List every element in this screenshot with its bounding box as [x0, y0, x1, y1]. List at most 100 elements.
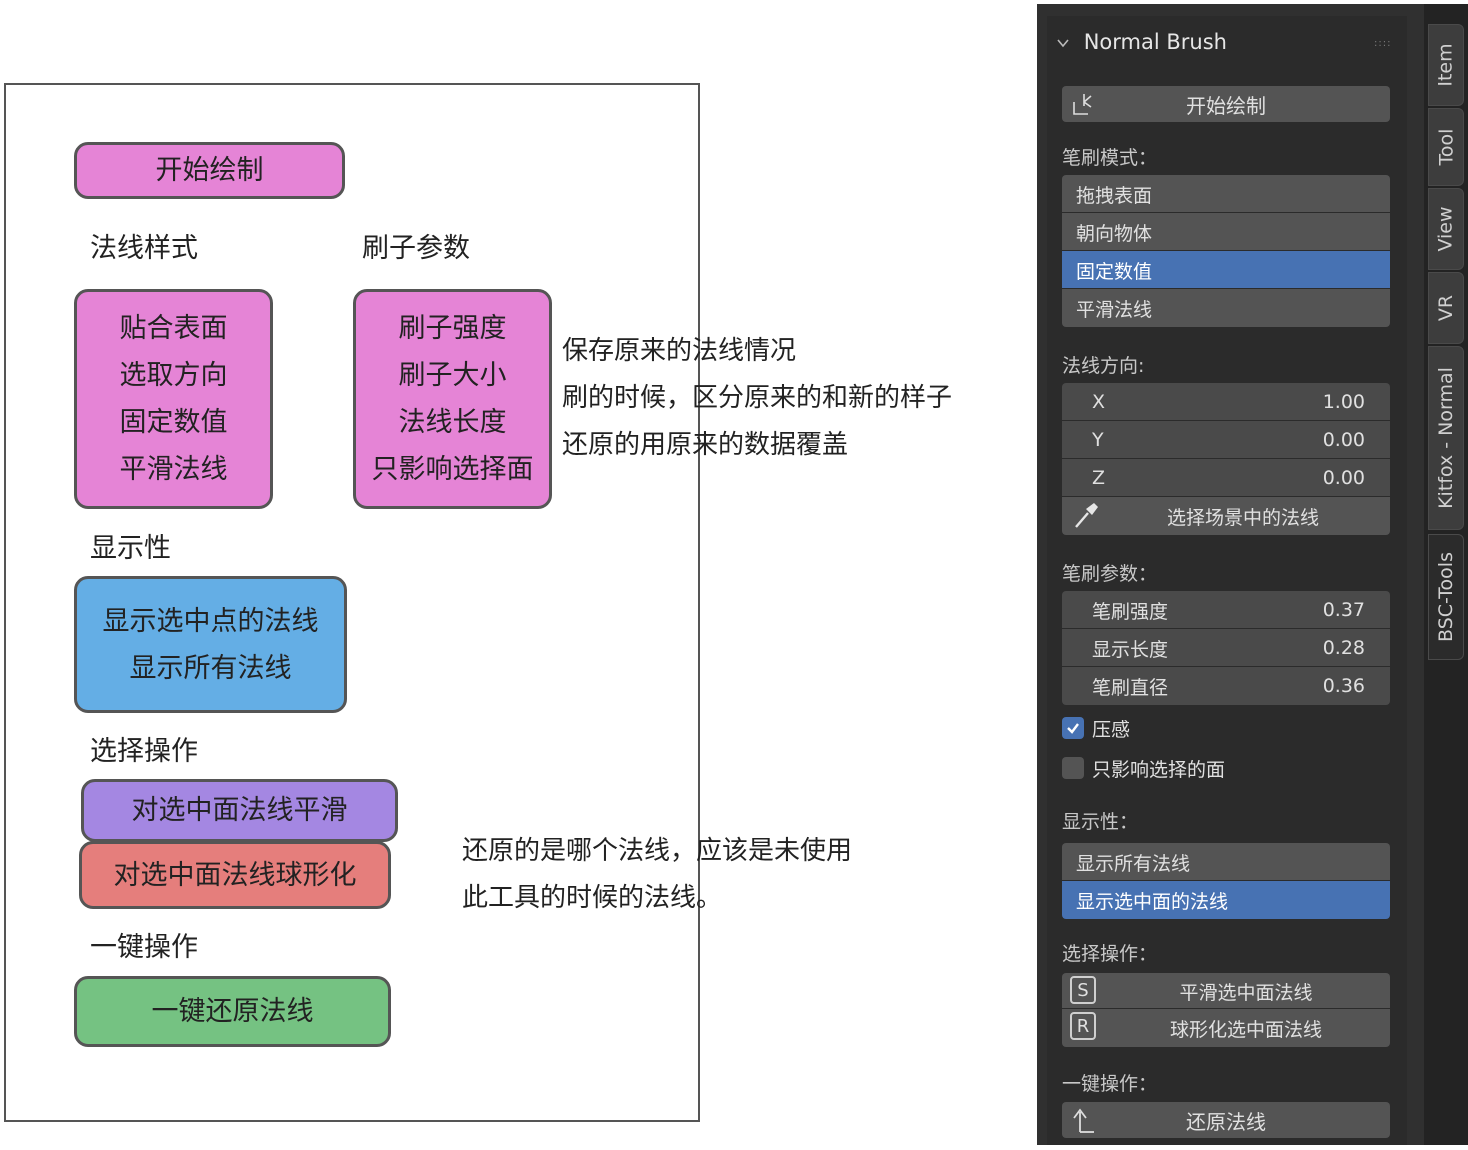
restore-normals-label: 还原法线	[1186, 1109, 1266, 1134]
key-s-icon: S	[1070, 976, 1096, 1004]
normal-direction-fields: X 1.00 Y 0.00 Z 0.00 选择场景中的法线	[1062, 383, 1390, 535]
drag-handle-icon[interactable]: ::::	[1374, 38, 1391, 49]
sketch-display-label: 显示性	[90, 533, 171, 564]
sketch-smooth-button[interactable]: 对选中面法线平滑	[81, 779, 398, 842]
smooth-selected-label: 平滑选中面法线	[1179, 981, 1313, 1004]
panel-header[interactable]: Normal Brush	[1057, 30, 1227, 54]
sketch-brush-params-label: 刷子参数	[362, 233, 470, 264]
axis-z-field[interactable]: Z 0.00	[1062, 459, 1390, 497]
brush-strength-field[interactable]: 笔刷强度 0.37	[1062, 591, 1390, 629]
tab-vr[interactable]: VR	[1428, 272, 1464, 344]
one-click-label: 一键操作：	[1062, 1073, 1158, 1095]
sketch-note-save-normals: 保存原来的法线情况 刷的时候，区分原来的和新的样子 还原的用原来的数据覆盖	[562, 328, 952, 469]
axis-value: 1.00	[1322, 391, 1365, 413]
sketch-restore-button[interactable]: 一键还原法线	[74, 976, 391, 1047]
checkbox-empty-icon[interactable]	[1062, 757, 1084, 779]
sketch-start-button[interactable]: 开始绘制	[74, 142, 345, 199]
sketch-one-click-label: 一键操作	[90, 932, 198, 963]
brush-mode-text: 平滑法线	[1076, 298, 1153, 321]
tab-label: Item	[1435, 43, 1458, 87]
sketch-brush-params-box: 刷子强度 刷子大小 法线长度 只影响选择面	[353, 289, 552, 509]
brush-mode-text: 朝向物体	[1076, 222, 1153, 245]
brush-mode-list: 拖拽表面 朝向物体 固定数值 平滑法线	[1062, 175, 1390, 327]
tab-item[interactable]: Item	[1428, 24, 1464, 106]
brush-mode-option-selected[interactable]: 固定数值	[1062, 251, 1390, 289]
brush-param-item[interactable]: 只影响选择面	[372, 446, 534, 493]
brush-mode-option[interactable]: 朝向物体	[1062, 213, 1390, 251]
pick-normal-label: 选择场景中的法线	[1166, 506, 1319, 529]
panel-title: Normal Brush	[1083, 30, 1227, 54]
sketch-note-restore: 还原的是哪个法线，应该是未使用 此工具的时候的法线。	[462, 828, 852, 922]
param-name: 笔刷强度	[1092, 600, 1169, 623]
display-label: 显示性：	[1062, 811, 1139, 833]
brush-param-item[interactable]: 法线长度	[399, 399, 507, 446]
pressure-label: 压感	[1092, 718, 1131, 741]
select-ops-label: 选择操作：	[1062, 943, 1158, 965]
spherize-selected-button[interactable]: R 球形化选中面法线	[1062, 1009, 1390, 1047]
axis-value: 0.00	[1322, 467, 1365, 489]
smooth-selected-button[interactable]: S 平滑选中面法线	[1062, 973, 1390, 1009]
param-value: 0.37	[1322, 599, 1365, 621]
display-options: 显示所有法线 显示选中面的法线	[1062, 843, 1390, 919]
display-option-text: 显示选中面的法线	[1076, 890, 1229, 913]
restore-normals-button[interactable]: 还原法线	[1062, 1102, 1390, 1138]
affect-selected-label: 只影响选择的面	[1092, 758, 1226, 781]
sketch-spherize-button[interactable]: 对选中面法线球形化	[79, 841, 391, 909]
brush-mode-option[interactable]: 平滑法线	[1062, 289, 1390, 327]
param-name: 笔刷直径	[1092, 676, 1169, 699]
sketch-normal-style-box: 贴合表面 选取方向 固定数值 平滑法线	[74, 289, 273, 509]
display-selected-normals-option[interactable]: 显示选中面的法线	[1062, 881, 1390, 919]
axis-value: 0.00	[1322, 429, 1365, 451]
normal-style-item[interactable]: 贴合表面	[120, 305, 228, 352]
axis-x-field[interactable]: X 1.00	[1062, 383, 1390, 421]
pick-normal-button[interactable]: 选择场景中的法线	[1062, 497, 1390, 535]
param-name: 显示长度	[1092, 638, 1169, 661]
brush-mode-option[interactable]: 拖拽表面	[1062, 175, 1390, 213]
display-item[interactable]: 显示选中点的法线	[103, 598, 319, 645]
normal-style-item[interactable]: 平滑法线	[120, 446, 228, 493]
axis-name: Z	[1092, 467, 1106, 489]
brush-param-item[interactable]: 刷子大小	[399, 352, 507, 399]
display-length-field[interactable]: 显示长度 0.28	[1062, 629, 1390, 667]
sketch-spherize-label: 对选中面法线球形化	[113, 859, 357, 891]
note-line: 刷的时候，区分原来的和新的样子	[562, 383, 953, 413]
pressure-checkbox[interactable]: 压感	[1062, 715, 1130, 741]
tab-tool[interactable]: Tool	[1428, 108, 1464, 186]
brush-diameter-field[interactable]: 笔刷直径 0.36	[1062, 667, 1390, 705]
display-all-normals-option[interactable]: 显示所有法线	[1062, 843, 1390, 881]
note-line: 还原的用原来的数据覆盖	[562, 430, 849, 460]
brush-mode-text: 固定数值	[1076, 260, 1153, 283]
param-value: 0.28	[1322, 637, 1365, 659]
affect-selected-checkbox[interactable]: 只影响选择的面	[1062, 755, 1225, 781]
brush-param-item[interactable]: 刷子强度	[399, 305, 507, 352]
sketch-normal-style-label: 法线样式	[90, 233, 198, 264]
spherize-selected-label: 球形化选中面法线	[1169, 1018, 1322, 1041]
start-draw-button[interactable]: 开始绘制	[1062, 86, 1390, 122]
note-line: 还原的是哪个法线，应该是未使用	[462, 836, 853, 866]
note-line: 此工具的时候的法线。	[462, 883, 723, 913]
sketch-display-box: 显示选中点的法线 显示所有法线	[74, 576, 347, 713]
select-ops-buttons: S 平滑选中面法线 R 球形化选中面法线	[1062, 973, 1390, 1047]
tab-label: BSC-Tools	[1435, 552, 1458, 642]
brush-params-fields: 笔刷强度 0.37 显示长度 0.28 笔刷直径 0.36	[1062, 591, 1390, 705]
tab-bsc-tools[interactable]: BSC-Tools	[1428, 534, 1464, 660]
tab-label: Tool	[1435, 128, 1457, 166]
brush-mode-label: 笔刷模式：	[1062, 147, 1158, 169]
axis-y-field[interactable]: Y 0.00	[1062, 421, 1390, 459]
key-r-icon: R	[1070, 1012, 1096, 1040]
checkmark-icon[interactable]	[1062, 717, 1084, 739]
note-line: 保存原来的法线情况	[562, 336, 797, 366]
start-draw-label: 开始绘制	[1186, 93, 1266, 118]
normal-style-item[interactable]: 固定数值	[120, 399, 228, 446]
tab-view[interactable]: View	[1428, 188, 1464, 270]
sketch-select-ops-label: 选择操作	[90, 736, 198, 767]
tab-kitfox-normal[interactable]: Kitfox - Normal	[1428, 346, 1464, 530]
tab-label: Kitfox - Normal	[1435, 367, 1457, 509]
normal-style-item[interactable]: 选取方向	[120, 352, 228, 399]
display-item[interactable]: 显示所有法线	[130, 645, 292, 692]
axis-name: X	[1092, 391, 1106, 413]
axis-name: Y	[1092, 429, 1104, 451]
chevron-down-icon[interactable]	[1057, 37, 1069, 49]
normal-direction-label: 法线方向:	[1062, 355, 1145, 377]
param-value: 0.36	[1322, 675, 1365, 697]
